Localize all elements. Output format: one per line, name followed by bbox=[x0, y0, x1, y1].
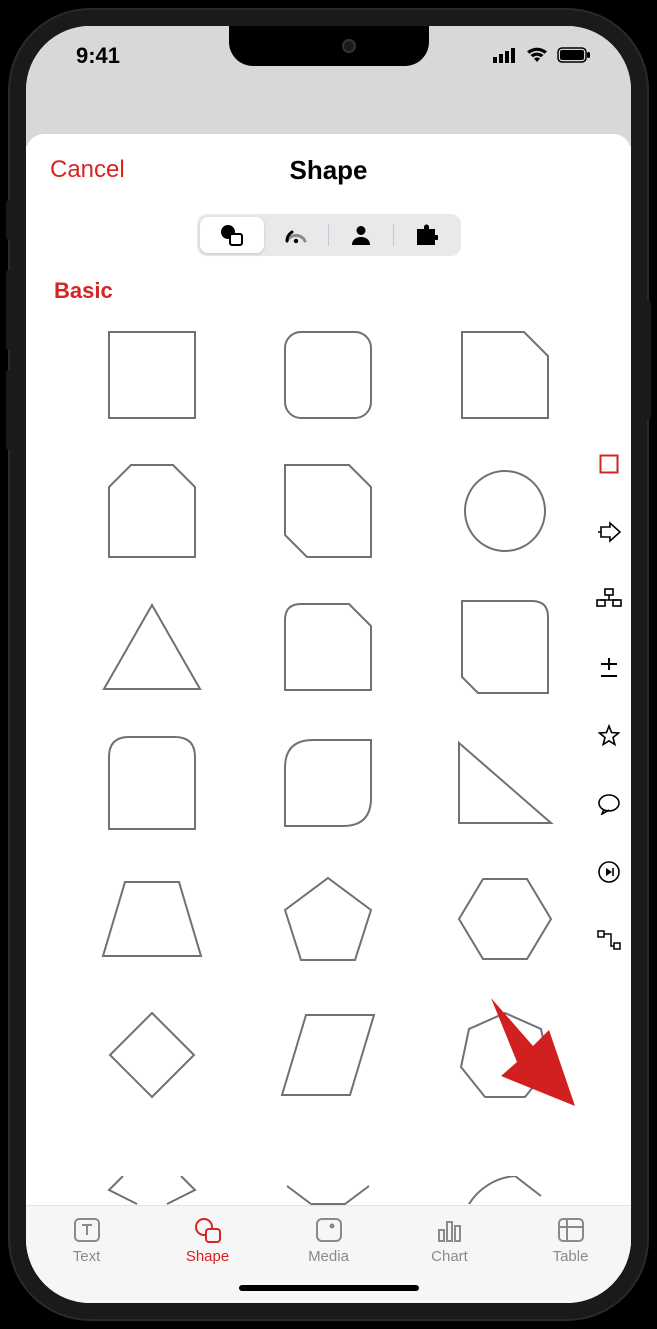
wifi-icon bbox=[525, 43, 549, 69]
phone-frame: 9:41 Cancel Shape bbox=[10, 10, 647, 1319]
phone-side-button bbox=[6, 370, 12, 450]
tab-text[interactable]: Text bbox=[42, 1216, 132, 1265]
tab-table[interactable]: Table bbox=[526, 1216, 616, 1265]
tab-label: Table bbox=[553, 1248, 589, 1265]
notch bbox=[229, 26, 429, 66]
screen: 9:41 Cancel Shape bbox=[26, 26, 631, 1303]
shape-leaf[interactable] bbox=[270, 736, 386, 830]
shapes-icon bbox=[219, 223, 245, 247]
shape-diamond[interactable] bbox=[94, 1008, 210, 1102]
tab-chart[interactable]: Chart bbox=[405, 1216, 495, 1265]
shape-octagon-partial-2[interactable] bbox=[270, 1144, 386, 1205]
tab-label: Media bbox=[308, 1248, 349, 1265]
section-label-basic: Basic bbox=[26, 268, 631, 310]
tab-shape[interactable]: Shape bbox=[163, 1216, 253, 1265]
home-indicator[interactable] bbox=[239, 1285, 419, 1291]
shape-parallelogram[interactable] bbox=[270, 1008, 386, 1102]
rail-connectors[interactable] bbox=[595, 926, 623, 954]
shape-fold-corner[interactable] bbox=[270, 600, 386, 694]
table-icon bbox=[556, 1216, 586, 1244]
rail-math[interactable] bbox=[595, 654, 623, 682]
shape-hexagon[interactable] bbox=[447, 872, 563, 966]
shape-quarter-arc[interactable] bbox=[447, 1144, 563, 1205]
puzzle-icon bbox=[414, 224, 438, 246]
phone-side-button bbox=[645, 300, 651, 420]
category-basic-shapes[interactable] bbox=[200, 217, 264, 253]
sheet-header: Cancel Shape bbox=[26, 134, 631, 194]
text-icon bbox=[72, 1216, 102, 1244]
shape-icon bbox=[193, 1216, 223, 1244]
shape-heptagon[interactable] bbox=[447, 1008, 563, 1102]
tab-media[interactable]: Media bbox=[284, 1216, 374, 1265]
shape-rounded-square[interactable] bbox=[270, 328, 386, 422]
shape-grid[interactable] bbox=[26, 310, 631, 1205]
category-people[interactable] bbox=[329, 217, 393, 253]
shape-rounded-top-corners[interactable] bbox=[94, 736, 210, 830]
cellular-icon bbox=[493, 43, 517, 69]
rail-arrows[interactable] bbox=[595, 518, 623, 546]
shape-rounded-snip[interactable] bbox=[447, 600, 563, 694]
shape-content-area bbox=[26, 310, 631, 1205]
shape-category-segment bbox=[197, 214, 461, 256]
shape-snip-top-corners[interactable] bbox=[94, 464, 210, 558]
shape-right-triangle[interactable] bbox=[447, 736, 563, 830]
shape-trapezoid[interactable] bbox=[94, 872, 210, 966]
phone-side-button bbox=[6, 270, 12, 350]
rail-media-controls[interactable] bbox=[595, 858, 623, 886]
insert-sheet: Cancel Shape Basic bbox=[26, 134, 631, 1303]
gauge-icon bbox=[283, 225, 309, 245]
category-puzzle[interactable] bbox=[394, 217, 458, 253]
shape-snip-corner-rect[interactable] bbox=[447, 328, 563, 422]
shape-category-rail bbox=[595, 450, 623, 954]
sheet-title: Shape bbox=[289, 155, 367, 186]
rail-flowchart[interactable] bbox=[595, 586, 623, 614]
phone-side-button bbox=[6, 200, 12, 240]
rail-speech[interactable] bbox=[595, 790, 623, 818]
status-time: 9:41 bbox=[76, 43, 120, 69]
shape-square[interactable] bbox=[94, 328, 210, 422]
rail-basic-square[interactable] bbox=[595, 450, 623, 478]
tab-label: Shape bbox=[186, 1248, 229, 1265]
cancel-button[interactable]: Cancel bbox=[50, 156, 125, 184]
shape-octagon-partial-1[interactable] bbox=[94, 1144, 210, 1205]
chart-icon bbox=[435, 1216, 465, 1244]
battery-icon bbox=[557, 43, 591, 69]
tab-label: Chart bbox=[431, 1248, 468, 1265]
front-camera bbox=[342, 39, 356, 53]
person-icon bbox=[350, 224, 372, 246]
shape-snip-diagonal[interactable] bbox=[270, 464, 386, 558]
shape-pentagon[interactable] bbox=[270, 872, 386, 966]
shape-triangle[interactable] bbox=[94, 600, 210, 694]
tab-label: Text bbox=[73, 1248, 101, 1265]
media-icon bbox=[314, 1216, 344, 1244]
rail-stars[interactable] bbox=[595, 722, 623, 750]
category-gauges[interactable] bbox=[264, 217, 328, 253]
shape-circle[interactable] bbox=[447, 464, 563, 558]
